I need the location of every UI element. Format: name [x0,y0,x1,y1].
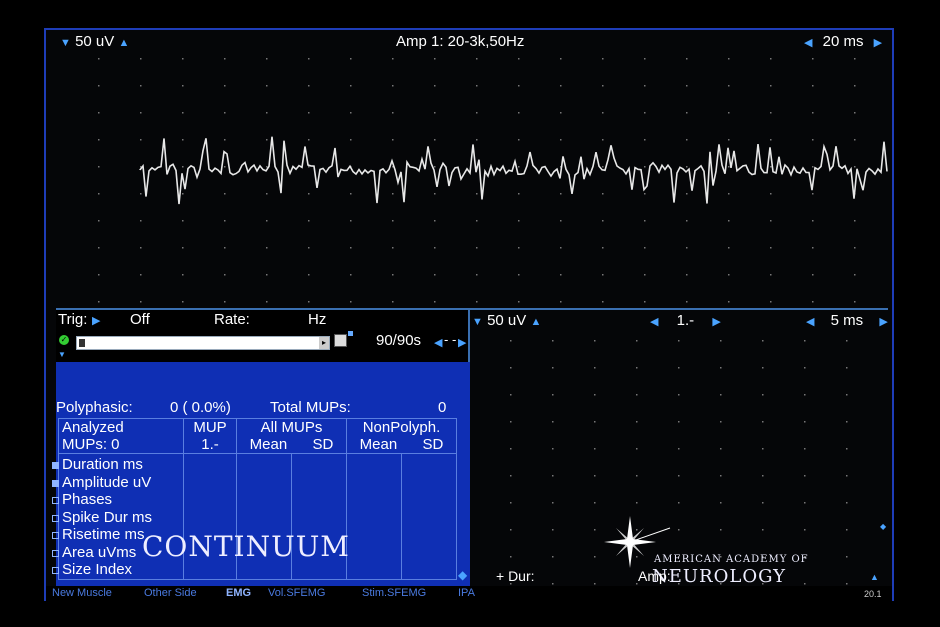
parameter-label: Phases [62,491,113,508]
mup-statistics-panel: Polyphasic: 0 ( 0.0%) Total MUPs: 0 Anal… [52,362,470,586]
analyzed-header: Analyzed MUPs: 0 [58,418,184,454]
parameter-checkbox[interactable] [52,514,59,522]
duration-label: + Dur: [496,568,535,584]
nonpoly-header: NonPolyph. Mean SD [346,418,457,454]
save-disk-icon[interactable] [334,334,347,347]
aan-line2: NEUROLOGY [652,566,787,587]
counter-right-arrow-icon[interactable]: ▶ [458,336,466,349]
trig-label: Trig: [58,311,88,328]
mup-header-label: MUP [193,419,227,436]
mup-trace-panel: ▼ 50 uV ▲ ◀ 1.- ▶ ◀ 5 ms ▶ AMERICAN ACAD… [458,310,888,587]
parameter-checkbox[interactable] [52,567,59,574]
analyzed-label: Analyzed [62,419,124,436]
version-label: 20.1 [864,589,882,599]
nonpoly-sd-column [401,453,457,580]
emg-waveform [139,136,888,205]
parameter-label: Spike Dur ms [62,508,153,526]
trig-value[interactable]: Off [130,311,150,328]
counter-left-arrow-icon[interactable]: ◀ [434,336,442,349]
rate-slider[interactable]: ▸ [76,336,330,350]
parameter-label: Size Index [62,561,133,578]
all-mups-sd-label: SD [312,436,334,453]
parameter-label: Duration ms [62,456,143,473]
nonpoly-mean-column [346,453,402,580]
status-item[interactable]: New Muscle [52,587,112,599]
counter-suffix: - - [444,332,457,347]
expand-down-icon[interactable]: ▼ [58,350,66,359]
parameter-checkbox[interactable] [52,462,59,469]
parameter-label: Risetime ms [62,526,145,543]
parameter-label: Area uVms [62,543,137,561]
mup-header: MUP 1.- [183,418,237,454]
status-ok-icon: ✓ [59,335,69,345]
rate-label: Rate: [214,311,250,328]
polyphasic-value: 0 ( 0.0%) [170,399,231,416]
parameter-checkbox[interactable] [52,497,59,504]
continuum-watermark: CONTINUUM [142,530,350,563]
mup-trace-plot [510,340,848,585]
parameter-checkbox[interactable] [52,549,59,557]
slider-knob[interactable] [79,339,85,347]
aan-line1: AMERICAN ACADEMY OF [654,554,809,565]
rate-unit: Hz [308,311,327,328]
parameter-row[interactable]: Duration ms [52,456,180,474]
parameter-row[interactable]: Spike Dur ms [52,508,180,527]
all-mups-label: All MUPs [260,419,323,436]
side-scroll-icon[interactable]: ◆ [880,522,886,531]
panel-scroll-icon[interactable]: ◆ [458,568,467,582]
polyphasic-label: Polyphasic: [56,399,133,416]
parameter-row[interactable]: Amplitude uV [52,473,180,492]
analyzed-count: MUPs: 0 [62,436,120,453]
total-mups-label: Total MUPs: [270,399,351,416]
parameter-checkbox[interactable] [52,479,59,487]
all-mups-header: All MUPs Mean SD [236,418,347,454]
slider-right-arrow-icon[interactable]: ▸ [319,337,329,349]
sweep-counter: 90/90s [376,332,422,349]
nonpoly-label: NonPolyph. [362,419,441,436]
nonpoly-sd-label: SD [422,436,444,453]
save-indicator-icon [348,331,353,336]
amplitude-label: Amp: [638,568,671,584]
mup-index-value: 1.- [201,436,219,453]
main-trace-plot [98,58,888,303]
nonpoly-mean-label: Mean [359,436,398,453]
emg-screen: ▼ 50 uV ▲ Amp 1: 20-3k,50Hz ◀ 20 ms ▶ Tr… [44,28,894,601]
total-mups-value: 0 [438,399,447,416]
status-item[interactable]: Vol.SFEMG [268,587,325,599]
status-item[interactable]: Stim.SFEMG [362,587,426,599]
trigger-control-bar: Trig: ▶ Off Rate: Hz ✓ ▸ 90/90s ◀ - - ▶ … [56,310,470,362]
parameter-label: Amplitude uV [62,473,152,491]
status-bar: New Muscle Other Side EMG Vol.SFEMG Stim.SFE… [46,586,892,601]
status-item[interactable]: IPA [458,587,475,599]
parameter-row[interactable]: Size Index [52,561,180,579]
mup-grid-dots [510,340,848,585]
panel-up-arrow-icon[interactable]: ▲ [870,572,879,582]
trig-arrow-icon[interactable]: ▶ [92,314,100,327]
status-item[interactable]: Other Side [144,587,197,599]
status-item[interactable]: EMG [226,587,251,599]
top-grid-dots [98,58,856,303]
all-mups-mean-label: Mean [249,436,288,453]
main-trace-panel: ▼ 50 uV ▲ Amp 1: 20-3k,50Hz ◀ 20 ms ▶ [56,30,888,310]
parameter-checkbox[interactable] [52,532,59,539]
parameter-row[interactable]: Phases [52,491,180,509]
